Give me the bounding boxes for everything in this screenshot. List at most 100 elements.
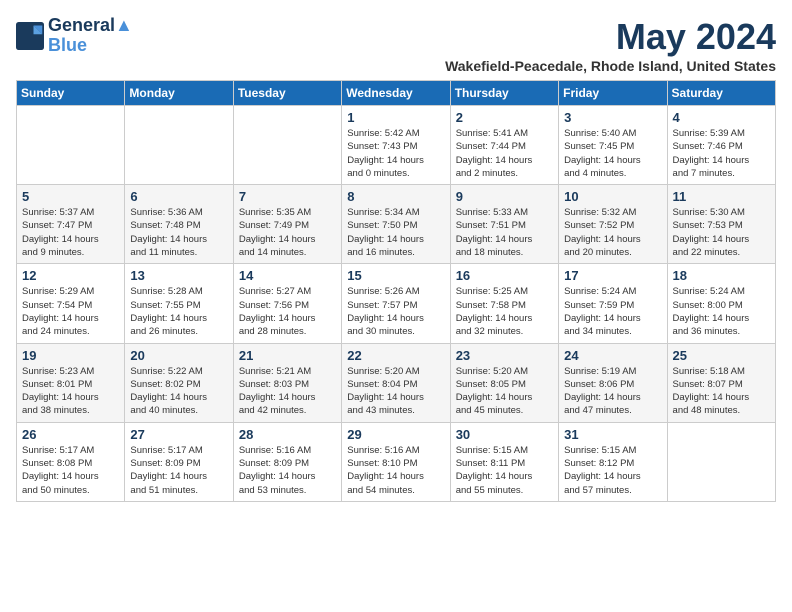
day-detail: Sunset: 8:02 PM [130,378,227,391]
day-detail: and 2 minutes. [456,167,553,180]
calendar-cell: 1Sunrise: 5:42 AMSunset: 7:43 PMDaylight… [342,106,450,185]
calendar-cell [667,422,775,501]
logo-icon [16,22,44,50]
day-number: 30 [456,427,553,442]
day-number: 8 [347,189,444,204]
calendar-table: SundayMondayTuesdayWednesdayThursdayFrid… [16,80,776,502]
day-number: 12 [22,268,119,283]
day-detail: and 42 minutes. [239,404,336,417]
day-detail: Daylight: 14 hours [347,470,444,483]
calendar-cell: 7Sunrise: 5:35 AMSunset: 7:49 PMDaylight… [233,185,341,264]
day-detail: Daylight: 14 hours [22,391,119,404]
day-detail: Daylight: 14 hours [456,154,553,167]
calendar-week-row: 12Sunrise: 5:29 AMSunset: 7:54 PMDayligh… [17,264,776,343]
day-number: 3 [564,110,661,125]
day-number: 11 [673,189,770,204]
day-detail: and 7 minutes. [673,167,770,180]
calendar-cell: 30Sunrise: 5:15 AMSunset: 8:11 PMDayligh… [450,422,558,501]
day-number: 31 [564,427,661,442]
calendar-cell [233,106,341,185]
day-detail: Sunset: 8:09 PM [239,457,336,470]
day-detail: Sunrise: 5:34 AM [347,206,444,219]
day-detail: Daylight: 14 hours [130,391,227,404]
day-detail: Sunrise: 5:22 AM [130,365,227,378]
day-detail: Sunset: 7:47 PM [22,219,119,232]
calendar-cell: 23Sunrise: 5:20 AMSunset: 8:05 PMDayligh… [450,343,558,422]
calendar-cell: 21Sunrise: 5:21 AMSunset: 8:03 PMDayligh… [233,343,341,422]
day-number: 5 [22,189,119,204]
day-detail: Daylight: 14 hours [347,233,444,246]
day-detail: Daylight: 14 hours [673,233,770,246]
day-number: 2 [456,110,553,125]
day-detail: Sunrise: 5:26 AM [347,285,444,298]
day-number: 19 [22,348,119,363]
calendar-cell: 18Sunrise: 5:24 AMSunset: 8:00 PMDayligh… [667,264,775,343]
day-number: 6 [130,189,227,204]
calendar-cell [125,106,233,185]
calendar-cell: 2Sunrise: 5:41 AMSunset: 7:44 PMDaylight… [450,106,558,185]
day-number: 17 [564,268,661,283]
day-number: 21 [239,348,336,363]
day-detail: Sunrise: 5:35 AM [239,206,336,219]
day-detail: Daylight: 14 hours [130,233,227,246]
day-detail: Sunset: 7:51 PM [456,219,553,232]
calendar-cell: 22Sunrise: 5:20 AMSunset: 8:04 PMDayligh… [342,343,450,422]
logo-text: General▲ Blue [48,16,133,56]
calendar-cell: 5Sunrise: 5:37 AMSunset: 7:47 PMDaylight… [17,185,125,264]
day-detail: Sunrise: 5:41 AM [456,127,553,140]
day-detail: Sunset: 7:58 PM [456,299,553,312]
day-detail: Daylight: 14 hours [564,154,661,167]
day-number: 1 [347,110,444,125]
day-header-sunday: Sunday [17,81,125,106]
day-number: 20 [130,348,227,363]
day-header-saturday: Saturday [667,81,775,106]
day-detail: Sunrise: 5:21 AM [239,365,336,378]
day-detail: Sunrise: 5:28 AM [130,285,227,298]
day-detail: Daylight: 14 hours [347,312,444,325]
calendar-cell: 4Sunrise: 5:39 AMSunset: 7:46 PMDaylight… [667,106,775,185]
day-detail: Daylight: 14 hours [130,470,227,483]
day-detail: Sunset: 8:03 PM [239,378,336,391]
day-detail: Sunrise: 5:42 AM [347,127,444,140]
day-detail: Sunrise: 5:40 AM [564,127,661,140]
calendar-cell: 13Sunrise: 5:28 AMSunset: 7:55 PMDayligh… [125,264,233,343]
day-detail: Sunset: 8:00 PM [673,299,770,312]
calendar-cell: 10Sunrise: 5:32 AMSunset: 7:52 PMDayligh… [559,185,667,264]
calendar-cell [17,106,125,185]
day-detail: and 38 minutes. [22,404,119,417]
day-detail: Sunset: 7:49 PM [239,219,336,232]
day-number: 14 [239,268,336,283]
calendar-week-row: 5Sunrise: 5:37 AMSunset: 7:47 PMDaylight… [17,185,776,264]
day-detail: Sunset: 7:53 PM [673,219,770,232]
calendar-cell: 15Sunrise: 5:26 AMSunset: 7:57 PMDayligh… [342,264,450,343]
month-title: May 2024 [445,16,776,58]
day-number: 22 [347,348,444,363]
day-detail: Daylight: 14 hours [22,312,119,325]
calendar-week-row: 26Sunrise: 5:17 AMSunset: 8:08 PMDayligh… [17,422,776,501]
day-detail: Daylight: 14 hours [347,154,444,167]
day-detail: Sunset: 8:10 PM [347,457,444,470]
calendar-cell: 28Sunrise: 5:16 AMSunset: 8:09 PMDayligh… [233,422,341,501]
day-detail: Sunrise: 5:24 AM [564,285,661,298]
day-detail: Daylight: 14 hours [673,154,770,167]
day-detail: and 40 minutes. [130,404,227,417]
day-header-tuesday: Tuesday [233,81,341,106]
day-detail: Sunset: 8:04 PM [347,378,444,391]
day-header-monday: Monday [125,81,233,106]
day-detail: Sunrise: 5:15 AM [456,444,553,457]
day-detail: Daylight: 14 hours [564,312,661,325]
day-detail: Daylight: 14 hours [673,391,770,404]
day-number: 23 [456,348,553,363]
calendar-cell: 19Sunrise: 5:23 AMSunset: 8:01 PMDayligh… [17,343,125,422]
day-detail: and 36 minutes. [673,325,770,338]
day-detail: Sunrise: 5:24 AM [673,285,770,298]
day-detail: Daylight: 14 hours [130,312,227,325]
calendar-cell: 14Sunrise: 5:27 AMSunset: 7:56 PMDayligh… [233,264,341,343]
day-number: 27 [130,427,227,442]
calendar-cell: 20 Sunrise: 5:22 AMSunset: 8:02 PMDayligh… [125,343,233,422]
day-detail: Sunset: 7:55 PM [130,299,227,312]
calendar-cell: 8Sunrise: 5:34 AMSunset: 7:50 PMDaylight… [342,185,450,264]
day-detail: Sunset: 8:11 PM [456,457,553,470]
calendar-cell: 27Sunrise: 5:17 AMSunset: 8:09 PMDayligh… [125,422,233,501]
day-detail: and 18 minutes. [456,246,553,259]
